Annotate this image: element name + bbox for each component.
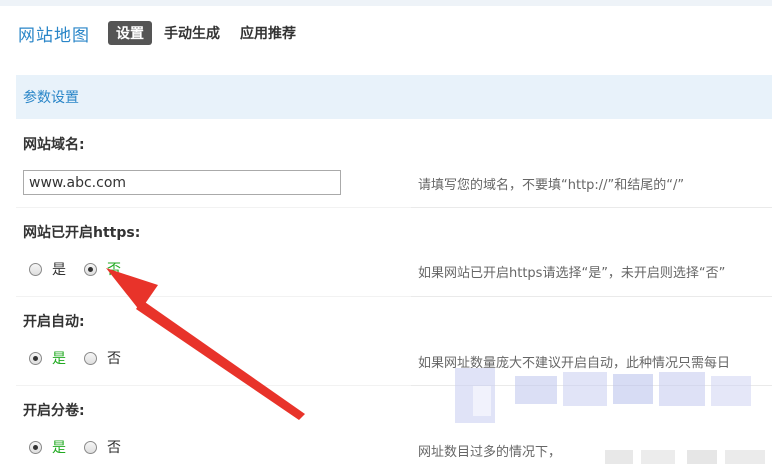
auto-no-radio[interactable] xyxy=(84,351,97,365)
https-hint: 如果网站已开启https请选择“是”，未开启则选择“否” xyxy=(418,266,726,281)
tab-manual-generate[interactable]: 手动生成 xyxy=(156,21,228,45)
split-yes-label[interactable]: 是 xyxy=(52,437,66,457)
auto-no-label[interactable]: 否 xyxy=(107,348,121,368)
section-header: 参数设置 xyxy=(16,75,772,119)
https-row: 网站已开启https: 是 否 如果网站已开启https请选择“是”，未开启则选… xyxy=(16,208,772,297)
auto-row: 开启自动: 是 否 如果网址数量庞大不建议开启自动，此种情况只需每日 xyxy=(16,297,772,386)
auto-hint: 如果网址数量庞大不建议开启自动，此种情况只需每日 xyxy=(418,356,731,371)
auto-yes-radio[interactable] xyxy=(29,351,42,365)
https-radio-group: 是 否 xyxy=(29,259,139,279)
auto-yes-label[interactable]: 是 xyxy=(52,348,66,368)
https-yes-radio[interactable] xyxy=(29,262,42,276)
section-title: 参数设置 xyxy=(23,90,79,106)
split-no-radio[interactable] xyxy=(84,440,97,454)
nav-bar: 网站地图 设置 手动生成 应用推荐 xyxy=(18,20,308,46)
tab-app-recommend[interactable]: 应用推荐 xyxy=(232,21,304,45)
split-row: 开启分卷: 是 否 网址数目过多的情况下， xyxy=(16,386,772,471)
domain-row: 网站域名: 请填写您的域名，不要填“http://”和结尾的“/” xyxy=(16,120,772,208)
https-yes-label[interactable]: 是 xyxy=(52,259,66,279)
split-radio-group: 是 否 xyxy=(29,437,139,457)
split-no-label[interactable]: 否 xyxy=(107,437,121,457)
https-label: 网站已开启https: xyxy=(23,225,141,241)
plugin-title: 网站地图 xyxy=(18,25,90,46)
page: 网站地图 设置 手动生成 应用推荐 参数设置 网站域名: 请填写您的域名，不要填… xyxy=(0,0,772,471)
auto-radio-group: 是 否 xyxy=(29,348,139,368)
https-no-label[interactable]: 否 xyxy=(107,259,121,279)
split-label: 开启分卷: xyxy=(23,403,85,419)
top-bar xyxy=(0,0,772,6)
split-yes-radio[interactable] xyxy=(29,440,42,454)
auto-label: 开启自动: xyxy=(23,314,85,330)
split-hint: 网址数目过多的情况下， xyxy=(418,445,562,460)
domain-label: 网站域名: xyxy=(23,137,85,153)
domain-hint: 请填写您的域名，不要填“http://”和结尾的“/” xyxy=(418,178,685,193)
tab-settings[interactable]: 设置 xyxy=(108,21,152,45)
domain-input[interactable] xyxy=(23,170,341,195)
https-no-radio[interactable] xyxy=(84,262,97,276)
